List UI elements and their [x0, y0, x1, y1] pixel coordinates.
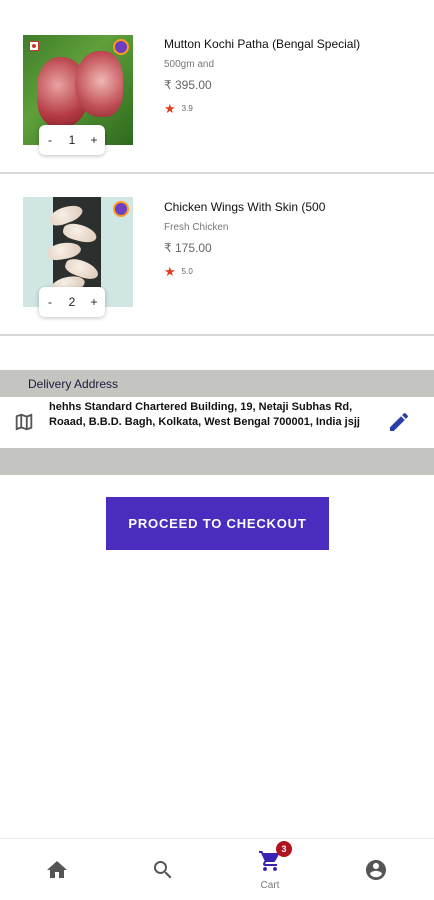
cart-item: - 1 + Mutton Kochi Patha (Bengal Special…	[0, 0, 434, 174]
cart-icon-wrap: 3	[258, 841, 292, 878]
product-photo-shape	[75, 51, 123, 117]
brand-logo-icon	[113, 39, 129, 55]
product-info: Mutton Kochi Patha (Bengal Special) 500g…	[164, 37, 360, 115]
product-price: ₹ 395.00	[164, 78, 212, 92]
increase-button[interactable]: +	[85, 133, 103, 147]
product-subtitle: Fresh Chicken	[164, 222, 229, 233]
rating-value: 5.0	[181, 267, 193, 276]
bottom-navigation: 3 Cart	[0, 838, 434, 900]
delivery-address-header: Delivery Address	[0, 370, 434, 397]
product-price: ₹ 175.00	[164, 241, 212, 255]
proceed-to-checkout-button[interactable]: PROCEED TO CHECKOUT	[106, 497, 329, 550]
decrease-button[interactable]: -	[41, 133, 59, 147]
delivery-address-title: Delivery Address	[28, 377, 119, 391]
quantity-value: 2	[68, 295, 76, 309]
quantity-stepper: - 2 +	[39, 287, 105, 317]
map-icon	[15, 413, 33, 431]
cart-item: - 2 + Chicken Wings With Skin (500 Fresh…	[0, 174, 434, 336]
nav-search[interactable]	[133, 839, 193, 900]
home-icon	[47, 861, 67, 878]
delivery-address-text: hehhs Standard Chartered Building, 19, N…	[49, 401, 360, 428]
product-rating: ★ 5.0	[164, 265, 325, 278]
product-info: Chicken Wings With Skin (500 Fresh Chick…	[164, 200, 325, 278]
quantity-stepper: - 1 +	[39, 125, 105, 155]
edit-icon[interactable]	[387, 410, 411, 434]
account-icon	[366, 860, 386, 880]
cart-count-badge: 3	[276, 841, 292, 857]
increase-button[interactable]: +	[85, 295, 103, 309]
nav-cart-label: Cart	[260, 880, 280, 891]
delivery-address-footer	[0, 448, 434, 475]
quantity-value: 1	[68, 133, 76, 147]
product-rating: ★ 3.9	[164, 102, 360, 115]
product-title[interactable]: Chicken Wings With Skin (500	[164, 200, 325, 214]
rating-value: 3.9	[181, 104, 193, 113]
delivery-address-row[interactable]: hehhs Standard Chartered Building, 19, N…	[0, 397, 434, 448]
nav-cart[interactable]: 3 Cart	[240, 839, 300, 900]
product-subtitle: 500gm and	[164, 59, 215, 70]
star-icon: ★	[164, 264, 176, 279]
product-title[interactable]: Mutton Kochi Patha (Bengal Special)	[164, 37, 360, 51]
star-icon: ★	[164, 101, 176, 116]
brand-logo-icon	[113, 201, 129, 217]
non-veg-icon	[29, 41, 39, 51]
nav-home[interactable]	[27, 839, 87, 900]
nav-account[interactable]	[346, 839, 406, 900]
decrease-button[interactable]: -	[41, 295, 59, 309]
search-icon	[154, 861, 172, 879]
